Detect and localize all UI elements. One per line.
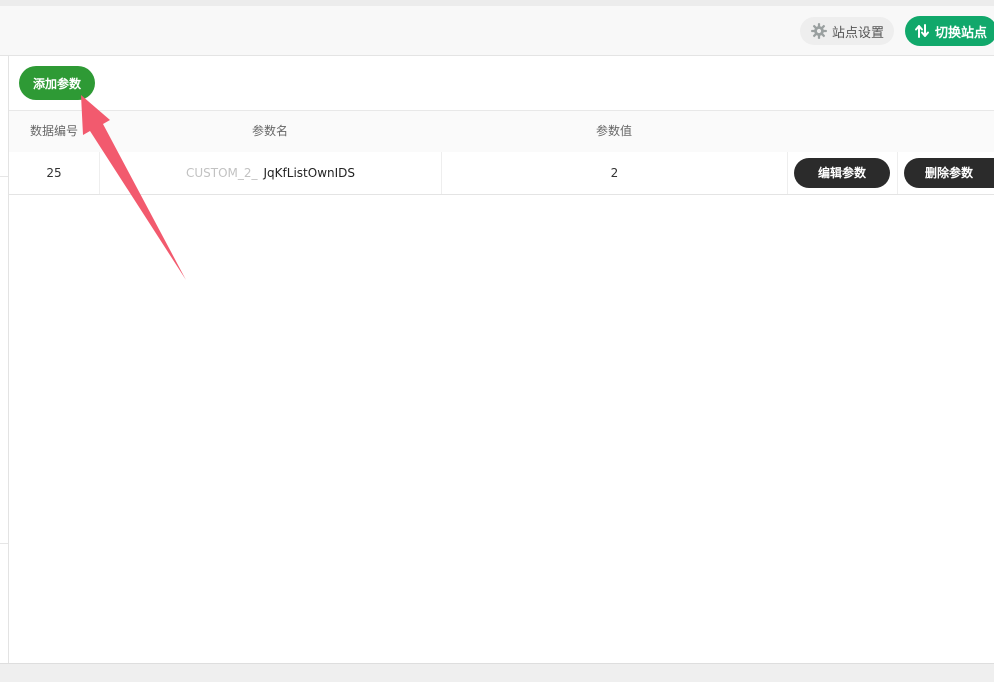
cell-delete: 删除参数 xyxy=(898,152,994,194)
gear-icon xyxy=(810,22,828,40)
column-header-value: 参数值 xyxy=(595,124,632,138)
edit-parameter-button[interactable]: 编辑参数 xyxy=(794,158,890,188)
cell-name: CUSTOM_2_ JqKfListOwnIDS xyxy=(100,152,442,194)
column-header-name: 参数名 xyxy=(251,124,288,138)
site-settings-button[interactable]: 站点设置 xyxy=(800,17,894,45)
column-header-id: 数据编号 xyxy=(29,124,78,138)
cell-id: 25 xyxy=(9,152,100,194)
param-prefix: CUSTOM_2_ xyxy=(185,166,258,180)
left-panel-divider xyxy=(0,543,8,544)
site-settings-label: 站点设置 xyxy=(831,25,884,41)
add-parameter-button[interactable]: 添加参数 xyxy=(19,66,95,100)
switch-arrows-icon xyxy=(914,23,930,39)
bottom-bar xyxy=(0,663,994,682)
main-content: 添加参数 数据编号 参数名 参数值 25 CUSTOM_2_ JqKfListOw… xyxy=(9,56,994,663)
left-panel-edge xyxy=(0,56,9,663)
header-bar: 站点设置 切换站点 xyxy=(0,6,994,56)
switch-site-label: 切换站点 xyxy=(935,25,988,41)
cell-value: 2 xyxy=(442,152,788,194)
switch-site-button[interactable]: 切换站点 xyxy=(905,16,994,46)
delete-parameter-button[interactable]: 删除参数 xyxy=(904,158,994,188)
left-panel-divider xyxy=(0,176,8,177)
cell-edit: 编辑参数 xyxy=(788,152,898,194)
table-header: 数据编号 参数名 参数值 xyxy=(9,110,994,153)
table-row: 25 CUSTOM_2_ JqKfListOwnIDS 2 编辑参数 删除参数 xyxy=(9,152,994,195)
param-name: JqKfListOwnIDS xyxy=(263,166,356,180)
